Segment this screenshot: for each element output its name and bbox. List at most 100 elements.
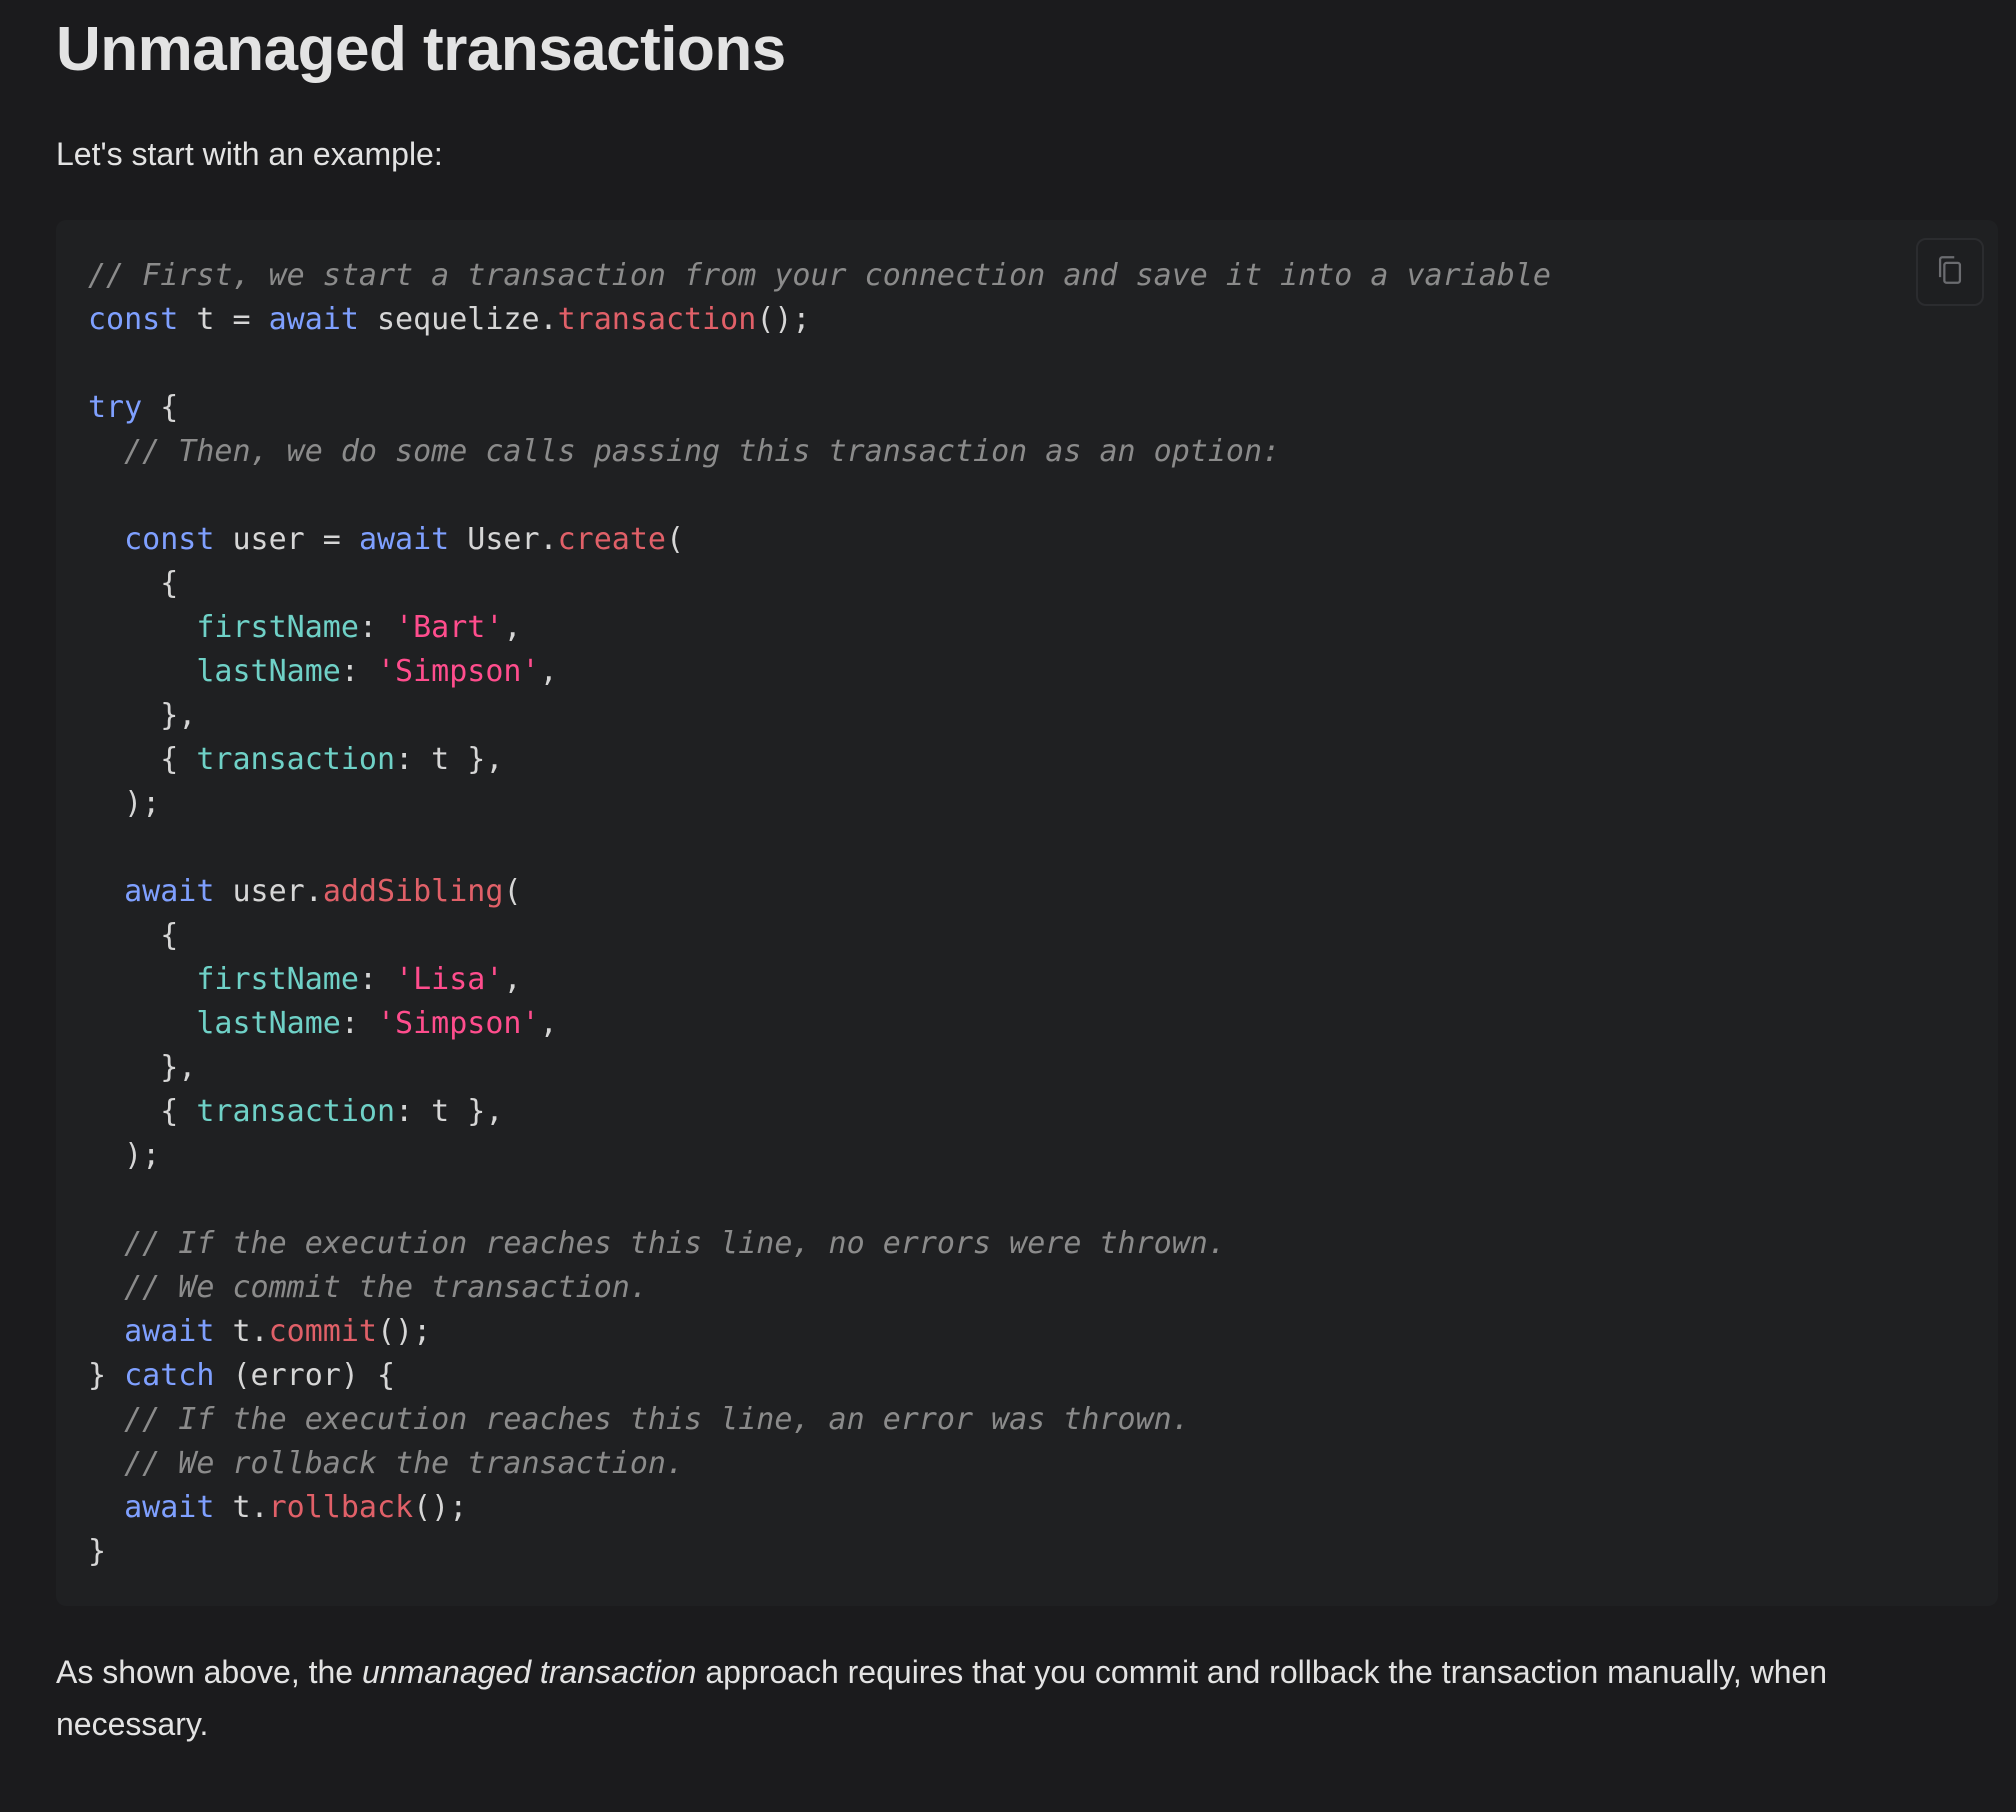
- code-line: { transaction: t },: [88, 1090, 1551, 1134]
- code-token-keyword: await: [124, 1490, 215, 1525]
- code-token-func: commit: [268, 1314, 377, 1349]
- code-token-plain: :: [340, 654, 377, 689]
- code-content[interactable]: // First, we start a transaction from yo…: [88, 254, 1551, 1574]
- code-token-keyword: await: [124, 874, 215, 909]
- code-line: const t = await sequelize.transaction();: [88, 298, 1551, 342]
- code-token-plain: ();: [756, 302, 811, 337]
- code-token-plain: t.: [214, 1490, 269, 1525]
- code-token-prop: firstName: [196, 962, 359, 997]
- code-line: firstName: 'Bart',: [88, 606, 1551, 650]
- code-line: },: [88, 694, 1551, 738]
- code-token-prop: transaction: [196, 742, 396, 777]
- code-line: await t.commit();: [88, 1310, 1551, 1354]
- code-token-plain: User.: [449, 522, 558, 557]
- code-token-plain: ();: [377, 1314, 432, 1349]
- code-token-plain: {: [88, 566, 179, 601]
- code-token-plain: : t },: [395, 742, 504, 777]
- code-token-prop: lastName: [196, 654, 341, 689]
- code-token-plain: {: [88, 742, 197, 777]
- code-token-plain: ,: [503, 962, 522, 997]
- code-line: { transaction: t },: [88, 738, 1551, 782]
- code-line: );: [88, 782, 1551, 826]
- page-title: Unmanaged transactions: [56, 15, 786, 84]
- code-line: },: [88, 1046, 1551, 1090]
- code-token-keyword: await: [268, 302, 359, 337]
- outro-emphasis: unmanaged transaction: [361, 1654, 697, 1690]
- code-token-plain: ();: [413, 1490, 468, 1525]
- code-line: lastName: 'Simpson',: [88, 650, 1551, 694]
- code-token-plain: },: [88, 1050, 197, 1085]
- code-token-plain: (error) {: [214, 1358, 396, 1393]
- code-token-comment: // First, we start a transaction from yo…: [88, 258, 1551, 293]
- code-token-keyword: const: [88, 302, 179, 337]
- code-line: await user.addSibling(: [88, 870, 1551, 914]
- code-token-plain: : t },: [395, 1094, 504, 1129]
- code-line: // We commit the transaction.: [88, 1266, 1551, 1310]
- code-token-prop: transaction: [196, 1094, 396, 1129]
- code-line: lastName: 'Simpson',: [88, 1002, 1551, 1046]
- code-token-keyword: await: [358, 522, 450, 557]
- code-line: firstName: 'Lisa',: [88, 958, 1551, 1002]
- code-token-string: 'Bart': [395, 610, 504, 645]
- code-token-comment: // If the execution reaches this line, n…: [124, 1226, 1226, 1261]
- code-token-plain: t.: [214, 1314, 269, 1349]
- code-token-plain: {: [142, 390, 179, 425]
- intro-paragraph: Let's start with an example:: [56, 136, 443, 172]
- code-token-func: addSibling: [322, 874, 504, 909]
- code-token-plain: ,: [539, 1006, 558, 1041]
- code-line: // Then, we do some calls passing this t…: [88, 430, 1551, 474]
- code-token-func: rollback: [268, 1490, 414, 1525]
- code-token-comment: // Then, we do some calls passing this t…: [124, 434, 1281, 469]
- code-token-comment: // We rollback the transaction.: [124, 1446, 685, 1481]
- code-line: } catch (error) {: [88, 1354, 1551, 1398]
- code-token-keyword: catch: [124, 1358, 215, 1393]
- code-token-plain: sequelize.: [358, 302, 558, 337]
- code-token-plain: user.: [214, 874, 323, 909]
- code-token-plain: );: [88, 1138, 161, 1173]
- code-line: }: [88, 1530, 1551, 1574]
- code-token-plain: {: [88, 918, 179, 953]
- code-token-plain: }: [88, 1358, 125, 1393]
- code-token-prop: firstName: [196, 610, 359, 645]
- code-token-func: transaction: [557, 302, 757, 337]
- code-line: // First, we start a transaction from yo…: [88, 254, 1551, 298]
- outro-paragraph: As shown above, the unmanaged transactio…: [56, 1646, 1956, 1750]
- code-token-plain: (: [666, 522, 685, 557]
- code-line: // We rollback the transaction.: [88, 1442, 1551, 1486]
- code-token-plain: }: [88, 1534, 107, 1569]
- code-token-string: 'Simpson': [377, 654, 540, 689]
- code-token-plain: :: [358, 962, 396, 997]
- code-token-plain: ,: [539, 654, 558, 689]
- code-token-string: 'Simpson': [377, 1006, 540, 1041]
- code-token-comment: // We commit the transaction.: [124, 1270, 648, 1305]
- code-token-keyword: try: [88, 390, 143, 425]
- code-line: const user = await User.create(: [88, 518, 1551, 562]
- code-line: {: [88, 914, 1551, 958]
- doc-page: Unmanaged transactions Let's start with …: [0, 0, 2016, 1812]
- code-token-plain: ,: [503, 610, 522, 645]
- code-token-plain: :: [358, 610, 396, 645]
- code-block: // First, we start a transaction from yo…: [56, 220, 1998, 1606]
- code-line: );: [88, 1134, 1551, 1178]
- code-token-plain: t =: [178, 302, 269, 337]
- code-line: await t.rollback();: [88, 1486, 1551, 1530]
- code-line: // If the execution reaches this line, n…: [88, 1222, 1551, 1266]
- code-token-plain: {: [88, 1094, 197, 1129]
- code-token-func: create: [557, 522, 666, 557]
- outro-text-before: As shown above, the: [56, 1654, 362, 1690]
- copy-code-button[interactable]: [1916, 238, 1984, 306]
